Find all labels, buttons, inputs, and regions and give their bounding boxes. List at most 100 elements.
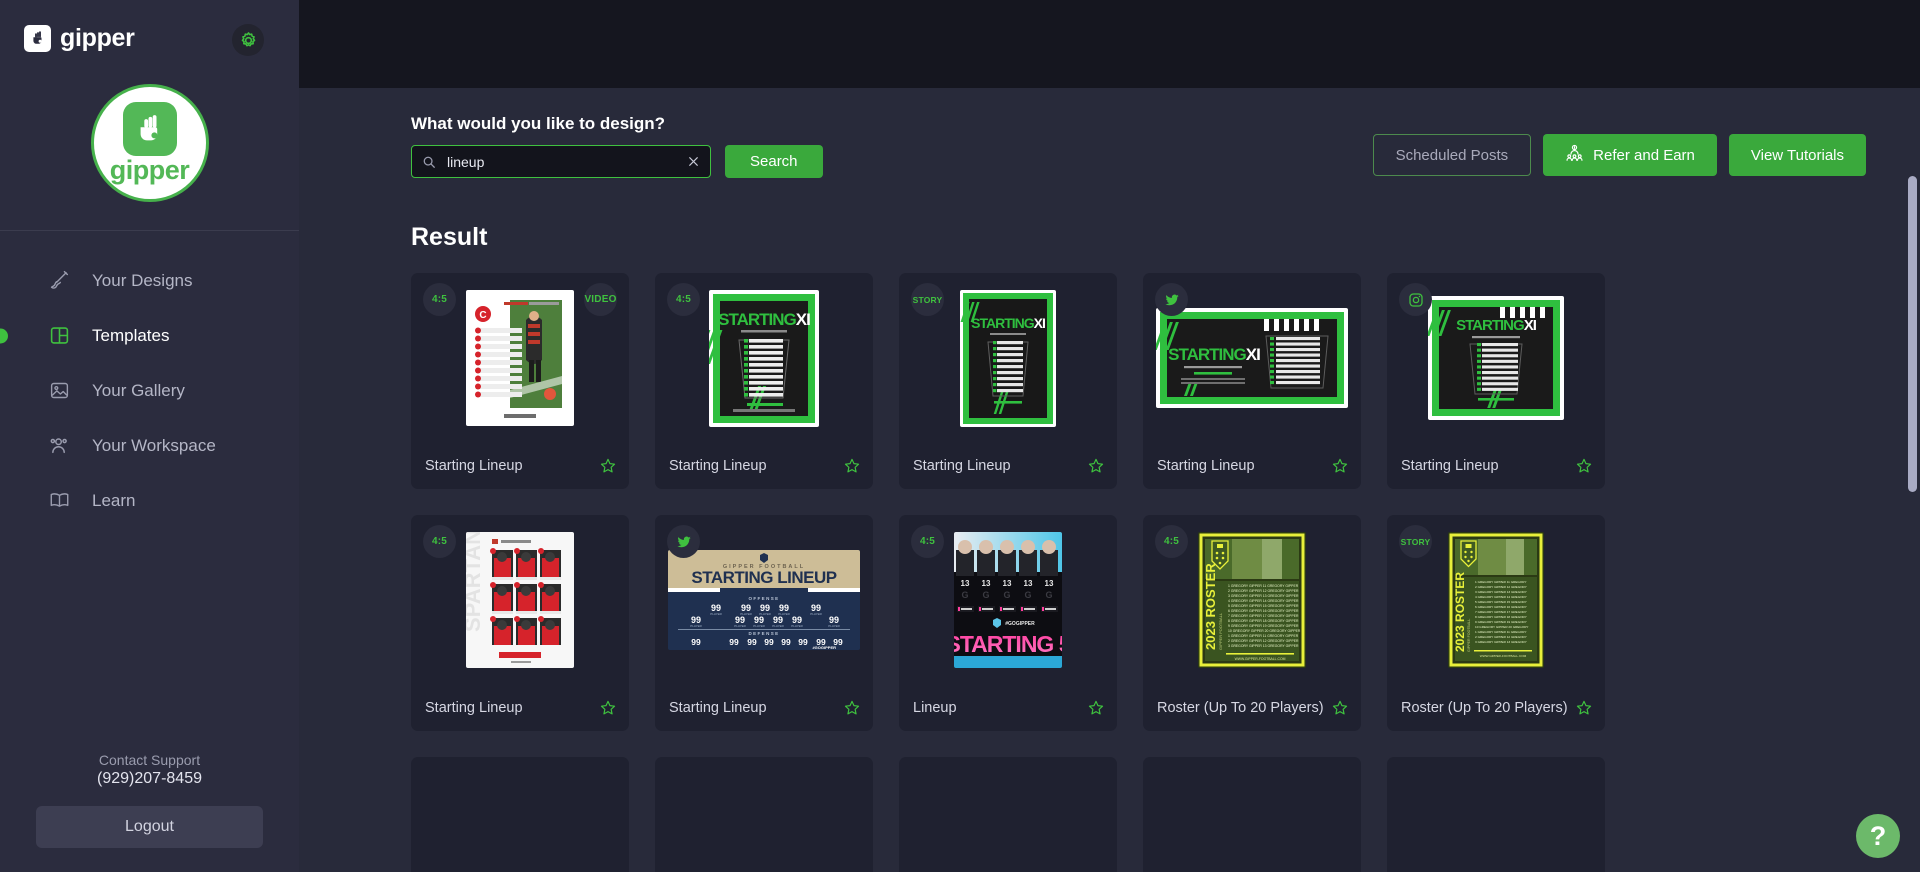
gipper-logo-word: gipper — [109, 155, 190, 185]
ratio-badge: 4:5 — [1155, 525, 1188, 558]
thumb-starting-xi-story: STARTINGXI — [960, 289, 1056, 427]
svg-text:PLAYER: PLAYER — [828, 624, 840, 628]
sidebar: gipper gipper Your Designs Templates You… — [0, 0, 299, 872]
contact-support-label: Contact Support — [98, 752, 201, 768]
logout-button[interactable]: Logout — [36, 806, 263, 848]
template-card[interactable] — [655, 757, 873, 872]
template-card[interactable]: STORY 2023 ROSTER GIPPER FOOTBALL 1 GREG… — [1387, 515, 1605, 731]
svg-text:13: 13 — [982, 579, 991, 588]
template-card[interactable]: 4:5 VIDEO C Starting Lineup — [411, 273, 629, 489]
svg-text:SPARTANS: SPARTANS — [466, 532, 485, 632]
template-card[interactable]: STARTINGXI Starting Lineup — [1387, 273, 1605, 489]
svg-text:2 GREGORY GIPPER 12 GREGOR: 2 GREGORY GIPPER 12 GREGORY — [1475, 585, 1527, 589]
favorite-star-icon[interactable] — [1331, 457, 1349, 475]
search-heading: What would you like to design? — [411, 114, 666, 133]
svg-text:1 GREGORY GIPPER 11 GREGOR: 1 GREGORY GIPPER 11 GREGORY GIPPER — [1228, 634, 1299, 638]
search-row: What would you like to design? lineup Se… — [299, 88, 1920, 178]
header-actions: Scheduled Posts Refer and Earn View Tuto… — [1372, 134, 1866, 178]
help-button[interactable]: ? — [1856, 814, 1900, 858]
vertical-scrollbar[interactable] — [1908, 176, 1917, 492]
svg-text:4 GREGORY GIPPER 14 GREGOR: 4 GREGORY GIPPER 14 GREGORY — [1475, 595, 1527, 599]
template-card[interactable] — [411, 757, 629, 872]
template-card[interactable] — [1387, 757, 1605, 872]
template-card[interactable]: STORY STARTINGXI Starting Lineup — [899, 273, 1117, 489]
clear-search-icon[interactable] — [687, 155, 700, 168]
sidebar-item-templates[interactable]: Templates — [0, 308, 299, 363]
sidebar-item-your-gallery[interactable]: Your Gallery — [0, 363, 299, 418]
template-card[interactable]: 4:5 STARTINGXI Starting Lineup — [655, 273, 873, 489]
favorite-star-icon[interactable] — [1331, 699, 1349, 717]
template-thumbnail: STORY 2023 ROSTER GIPPER FOOTBALL 1 GREG… — [1387, 515, 1605, 685]
template-card[interactable] — [1143, 757, 1361, 872]
template-title: Starting Lineup — [1157, 458, 1255, 474]
sidebar-item-label: Your Gallery — [92, 380, 185, 400]
svg-text:STARTINGXI: STARTINGXI — [1456, 317, 1537, 334]
svg-text:8 GREGORY GIPPER 18 GREGOR: 8 GREGORY GIPPER 18 GREGORY GIPPER — [1228, 619, 1299, 623]
sidebar-item-your-designs[interactable]: Your Designs — [0, 253, 299, 308]
favorite-star-icon[interactable] — [599, 457, 617, 475]
thumb-starting-xi-wide: STARTINGXI — [1156, 308, 1348, 408]
favorite-star-icon[interactable] — [599, 699, 617, 717]
svg-text:7 GREGORY GIPPER 17 GREGOR: 7 GREGORY GIPPER 17 GREGORY — [1475, 610, 1527, 614]
favorite-star-icon[interactable] — [843, 457, 861, 475]
svg-text:99: 99 — [691, 637, 701, 647]
template-thumbnail: GIPPER FOOTBALL STARTING LINEUP OFFENSE … — [655, 515, 873, 685]
favorite-star-icon[interactable] — [1087, 699, 1105, 717]
template-title: Starting Lineup — [425, 700, 523, 716]
story-badge: STORY — [911, 283, 944, 316]
svg-text:9 GREGORY GIPPER 19 GREGOR: 9 GREGORY GIPPER 19 GREGORY — [1475, 620, 1527, 624]
svg-text:DEFENSE: DEFENSE — [748, 631, 779, 636]
referral-icon — [1565, 144, 1584, 167]
search-button[interactable]: Search — [725, 145, 823, 178]
template-thumbnail: 4:5 STARTINGXI — [655, 273, 873, 443]
sidebar-item-label: Your Workspace — [92, 435, 216, 455]
refer-and-earn-button[interactable]: Refer and Earn — [1543, 134, 1717, 176]
template-title: Starting Lineup — [669, 700, 767, 716]
ratio-badge: 4:5 — [423, 525, 456, 558]
favorite-star-icon[interactable] — [1575, 457, 1593, 475]
svg-text:99: 99 — [729, 637, 739, 647]
svg-text:PLAYER: PLAYER — [810, 612, 822, 616]
thumb-roster-2023-yellow: 2023 ROSTER GIPPER FOOTBALL 1 GREGORY GI… — [1198, 532, 1306, 668]
ratio-badge: 4:5 — [911, 525, 944, 558]
sidebar-item-your-workspace[interactable]: Your Workspace — [0, 418, 299, 473]
template-card[interactable] — [899, 757, 1117, 872]
sidebar-item-label: Learn — [92, 490, 136, 510]
search-box[interactable] — [411, 145, 711, 178]
contact-support-phone[interactable]: (929)207-8459 — [36, 770, 263, 788]
svg-text:7 GREGORY GIPPER 17 GREGOR: 7 GREGORY GIPPER 17 GREGORY GIPPER — [1228, 614, 1299, 618]
thumb-player-grid-white: SPARTANS — [466, 532, 574, 668]
template-card[interactable]: 4:5 SPARTANS — [411, 515, 629, 731]
svg-text:STARTINGXI: STARTINGXI — [718, 310, 810, 329]
sidebar-item-learn[interactable]: Learn — [0, 473, 299, 528]
svg-text:5 GREGORY GIPPER 15 GREGOR: 5 GREGORY GIPPER 15 GREGORY — [1475, 600, 1527, 604]
template-title: Starting Lineup — [913, 458, 1011, 474]
template-card[interactable]: STARTINGXI Starting Lineup — [1143, 273, 1361, 489]
template-thumbnail: STORY STARTINGXI — [899, 273, 1117, 443]
template-card[interactable]: 4:5 2023 ROSTER GIPPER FOOTBALL 1 GREGOR… — [1143, 515, 1361, 731]
svg-text:GIPPER FOOTBALL: GIPPER FOOTBALL — [1218, 612, 1223, 650]
brand-row: gipper — [0, 0, 299, 76]
favorite-star-icon[interactable] — [1087, 457, 1105, 475]
brand-name: gipper — [60, 23, 135, 52]
template-card[interactable]: 4:5 13 13 13 13 13 G G G G G #GOGIPPER S… — [899, 515, 1117, 731]
svg-text:6 GREGORY GIPPER 16 GREGOR: 6 GREGORY GIPPER 16 GREGORY — [1475, 605, 1527, 609]
favorite-star-icon[interactable] — [1575, 699, 1593, 717]
view-tutorials-button[interactable]: View Tutorials — [1728, 134, 1866, 176]
sidebar-item-label: Your Designs — [92, 270, 193, 290]
gear-icon — [241, 31, 255, 46]
template-title: Roster (Up To 20 Players) — [1157, 700, 1324, 716]
settings-gear-button[interactable] — [232, 24, 264, 56]
scheduled-posts-button[interactable]: Scheduled Posts — [1372, 134, 1532, 176]
svg-text:10 GREGORY GIPPER 20 GREGOR: 10 GREGORY GIPPER 20 GREGORY — [1475, 625, 1528, 629]
svg-text:2 GREGORY GIPPER 12 GREGOR: 2 GREGORY GIPPER 12 GREGORY GIPPER — [1228, 639, 1299, 643]
svg-text:2023 ROSTER: 2023 ROSTER — [1453, 572, 1467, 652]
svg-text:1 GREGORY GIPPER 11 GREGOR: 1 GREGORY GIPPER 11 GREGORY GIPPER — [1228, 584, 1299, 588]
svg-text:STARTING LINEUP: STARTING LINEUP — [691, 568, 836, 587]
story-badge: STORY — [1399, 525, 1432, 558]
svg-text:4 GREGORY GIPPER 14 GREGOR: 4 GREGORY GIPPER 14 GREGORY GIPPER — [1228, 599, 1299, 603]
svg-text:1 GREGORY GIPPER 11 GREGOR: 1 GREGORY GIPPER 11 GREGORY — [1475, 580, 1527, 584]
search-input[interactable] — [447, 153, 687, 170]
favorite-star-icon[interactable] — [843, 699, 861, 717]
template-card[interactable]: GIPPER FOOTBALL STARTING LINEUP OFFENSE … — [655, 515, 873, 731]
